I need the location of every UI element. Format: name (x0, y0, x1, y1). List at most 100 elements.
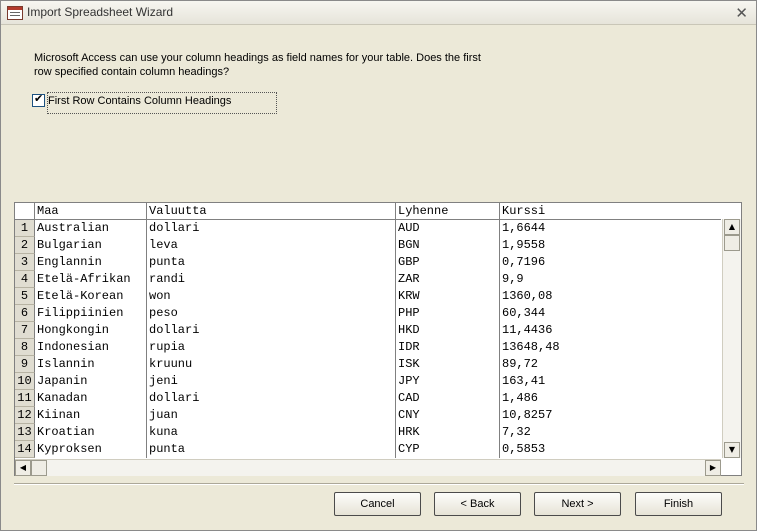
first-row-headings-label: First Row Contains Column Headings (48, 95, 232, 107)
access-form-icon (7, 6, 23, 20)
table-cell: 13648,48 (502, 340, 560, 354)
horizontal-scroll-thumb[interactable] (31, 460, 47, 476)
table-row[interactable]: 12 Kiinan juan CNY 10,8257 (15, 407, 721, 424)
table-cell: 89,72 (502, 357, 539, 371)
checkmark-icon: ✔ (34, 92, 44, 105)
close-icon[interactable]: ✕ (735, 4, 748, 22)
table-cell: CNY (396, 407, 500, 424)
table-cell: Filippiinien (35, 305, 147, 322)
table-cell: Japanin (35, 373, 147, 390)
table-cell: 163,41 (502, 374, 546, 388)
table-cell: 1,9558 (502, 238, 546, 252)
table-row[interactable]: 9 Islannin kruunu ISK 89,72 (15, 356, 721, 373)
table-cell: Englannin (35, 254, 147, 271)
table-cell: JPY (396, 373, 500, 390)
scroll-down-icon[interactable]: ▼ (724, 442, 740, 458)
table-cell: kruunu (147, 356, 396, 373)
row-number[interactable]: 7 (15, 322, 35, 339)
row-number[interactable]: 6 (15, 305, 35, 322)
table-cell: GBP (396, 254, 500, 271)
table-cell: Indonesian (35, 339, 147, 356)
scroll-up-icon[interactable]: ▲ (724, 219, 740, 235)
vertical-scrollbar[interactable]: ▲ ▼ (722, 219, 741, 458)
cancel-button[interactable]: Cancel (334, 492, 421, 516)
table-cell: 1,6644 (502, 221, 546, 235)
table-cell: 7,32 (502, 425, 531, 439)
table-cell: Etelä-Korean (35, 288, 147, 305)
row-number[interactable]: 2 (15, 237, 35, 254)
table-cell: won (147, 288, 396, 305)
table-cell: peso (147, 305, 396, 322)
prompt-text: Microsoft Access can use your column hea… (34, 52, 481, 78)
vertical-scroll-thumb[interactable] (724, 235, 740, 251)
row-number[interactable]: 5 (15, 288, 35, 305)
table-cell: leva (147, 237, 396, 254)
table-cell: Etelä-Afrikan (35, 271, 147, 288)
row-number[interactable]: 8 (15, 339, 35, 356)
table-cell: punta (147, 441, 396, 458)
table-cell: CAD (396, 390, 500, 407)
table-cell: BGN (396, 237, 500, 254)
table-row[interactable]: 7 Hongkongin dollari HKD 11,4436 (15, 322, 721, 339)
row-number[interactable]: 4 (15, 271, 35, 288)
table-row[interactable]: 10 Japanin jeni JPY 163,41 (15, 373, 721, 390)
table-row[interactable]: 3 Englannin punta GBP 0,7196 (15, 254, 721, 271)
table-cell: HRK (396, 424, 500, 441)
horizontal-scrollbar[interactable]: ◀ ▶ (15, 459, 721, 476)
row-number[interactable]: 1 (15, 220, 35, 237)
table-cell: 0,7196 (502, 255, 546, 269)
table-row[interactable]: 4 Etelä-Afrikan randi ZAR 9,9 (15, 271, 721, 288)
row-number[interactable]: 14 (15, 441, 35, 458)
table-row[interactable]: 14 Kyproksen punta CYP 0,5853 (15, 441, 721, 458)
column-header-maa[interactable]: Maa (35, 203, 147, 220)
table-cell: Hongkongin (35, 322, 147, 339)
table-cell: randi (147, 271, 396, 288)
table-cell: rupia (147, 339, 396, 356)
table-row[interactable]: 5 Etelä-Korean won KRW 1360,08 (15, 288, 721, 305)
window-title: Import Spreadsheet Wizard (27, 5, 174, 19)
table-cell: kuna (147, 424, 396, 441)
row-number[interactable]: 3 (15, 254, 35, 271)
column-header-valuutta[interactable]: Valuutta (147, 203, 396, 220)
button-separator (14, 483, 744, 485)
table-row[interactable]: 2 Bulgarian leva BGN 1,9558 (15, 237, 721, 254)
table-cell: 9,9 (502, 272, 524, 286)
row-number[interactable]: 11 (15, 390, 35, 407)
table-row[interactable]: 11 Kanadan dollari CAD 1,486 (15, 390, 721, 407)
row-number[interactable]: 12 (15, 407, 35, 424)
row-number[interactable]: 10 (15, 373, 35, 390)
first-row-headings-checkbox[interactable]: ✔ (32, 92, 45, 107)
table-cell: Kroatian (35, 424, 147, 441)
table-cell: 11,4436 (502, 323, 553, 337)
table-cell: 0,5853 (502, 442, 546, 456)
scroll-left-icon[interactable]: ◀ (15, 460, 31, 476)
table-cell: Islannin (35, 356, 147, 373)
table-cell: dollari (147, 220, 396, 237)
table-cell: Kiinan (35, 407, 147, 424)
table-row[interactable]: 1 Australian dollari AUD 1,6644 (15, 220, 721, 237)
table-row[interactable]: 6 Filippiinien peso PHP 60,344 (15, 305, 721, 322)
table-row[interactable]: 13 Kroatian kuna HRK 7,32 (15, 424, 721, 441)
table-cell: Kanadan (35, 390, 147, 407)
column-header-lyhenne[interactable]: Lyhenne (396, 203, 500, 220)
import-spreadsheet-wizard-window: Import Spreadsheet Wizard ✕ Microsoft Ac… (0, 0, 757, 531)
table-cell: 10,8257 (502, 408, 553, 422)
next-button[interactable]: Next > (534, 492, 621, 516)
table-cell: PHP (396, 305, 500, 322)
table-cell: KRW (396, 288, 500, 305)
table-cell: Australian (35, 220, 147, 237)
scroll-right-icon[interactable]: ▶ (705, 460, 721, 476)
back-button[interactable]: < Back (434, 492, 521, 516)
table-cell: punta (147, 254, 396, 271)
data-preview-grid: Maa Valuutta Lyhenne Kurssi 1 Australian d… (14, 202, 742, 476)
table-cell: ISK (396, 356, 500, 373)
row-number[interactable]: 13 (15, 424, 35, 441)
first-row-headings-label-box[interactable]: First Row Contains Column Headings (47, 92, 277, 114)
finish-button[interactable]: Finish (635, 492, 722, 516)
grid-viewport: Maa Valuutta Lyhenne Kurssi 1 Australian d… (15, 203, 721, 458)
column-header-kurssi[interactable]: Kurssi (500, 203, 721, 220)
corner-cell (15, 203, 35, 220)
table-row[interactable]: 8 Indonesian rupia IDR 13648,48 (15, 339, 721, 356)
table-cell: Bulgarian (35, 237, 147, 254)
row-number[interactable]: 9 (15, 356, 35, 373)
